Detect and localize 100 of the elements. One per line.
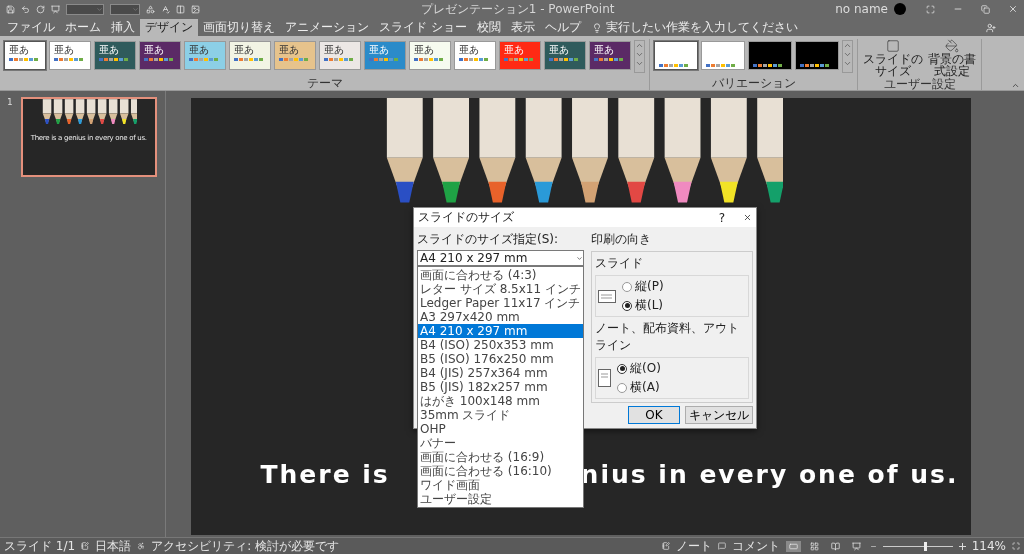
display-options-icon[interactable] bbox=[926, 4, 935, 14]
format-background-button[interactable]: 背景の書 式設定 bbox=[927, 39, 977, 77]
font-combo[interactable] bbox=[66, 3, 104, 15]
radio-button[interactable] bbox=[617, 382, 627, 393]
more-icon[interactable] bbox=[635, 59, 644, 68]
accessibility-status[interactable]: アクセシビリティ: 検討が必要です bbox=[151, 539, 339, 553]
theme-thumbnail[interactable]: 亜あ bbox=[544, 41, 586, 70]
dropdown-option[interactable]: A4 210 x 297 mm bbox=[418, 324, 583, 338]
presentation-icon[interactable] bbox=[51, 4, 60, 14]
scroll-up-icon[interactable] bbox=[635, 41, 644, 50]
dropdown-option[interactable]: B5 (ISO) 176x250 mm bbox=[418, 352, 583, 366]
share-icon[interactable] bbox=[986, 23, 996, 33]
dropdown-option[interactable]: 画面に合わせる (4:3) bbox=[418, 268, 583, 282]
radio-label[interactable]: 横(A) bbox=[630, 379, 660, 396]
dropdown-option[interactable]: 画面に合わせる (16:9) bbox=[418, 450, 583, 464]
notes-check-icon[interactable] bbox=[81, 542, 90, 550]
dropdown-option[interactable]: レター サイズ 8.5x11 インチ bbox=[418, 282, 583, 296]
dropdown-option[interactable]: 35mm スライド bbox=[418, 408, 583, 422]
fit-to-window-icon[interactable] bbox=[1012, 542, 1020, 550]
slide-caption: nius in every one of us. bbox=[580, 460, 959, 489]
ribbon-tab[interactable]: 校閲 bbox=[471, 19, 506, 36]
zoom-thumb[interactable] bbox=[923, 541, 927, 551]
radio-button[interactable] bbox=[622, 300, 632, 311]
undo-icon[interactable] bbox=[21, 4, 30, 14]
variant-thumbnail[interactable] bbox=[701, 41, 745, 70]
dropdown-option[interactable]: B4 (JIS) 257x364 mm bbox=[418, 366, 583, 380]
theme-thumbnail[interactable]: 亜あ bbox=[499, 41, 541, 70]
arrange-icon[interactable] bbox=[176, 4, 185, 14]
dropdown-option[interactable]: バナー bbox=[418, 436, 583, 450]
theme-thumbnail[interactable]: 亜あ bbox=[409, 41, 451, 70]
scroll-down-icon[interactable] bbox=[635, 50, 644, 59]
scroll-up-icon[interactable] bbox=[843, 41, 852, 50]
notes-icon[interactable] bbox=[661, 542, 670, 550]
avatar[interactable] bbox=[894, 3, 906, 15]
group-label: テーマ bbox=[306, 77, 343, 90]
caret-icon[interactable] bbox=[96, 5, 103, 13]
dropdown-option[interactable]: ユーザー設定 bbox=[418, 492, 583, 506]
shapes-icon[interactable] bbox=[146, 4, 155, 14]
theme-thumbnail[interactable]: 亜あ bbox=[589, 41, 631, 70]
ribbon-tab[interactable]: 挿入 bbox=[106, 19, 140, 36]
ribbon-tab[interactable]: ファイル bbox=[2, 19, 60, 36]
theme-thumbnail[interactable]: 亜あ bbox=[184, 41, 226, 70]
more-icon[interactable] bbox=[843, 59, 852, 68]
ribbon-tab[interactable]: 画面切り替え bbox=[198, 19, 280, 36]
ribbon-tab[interactable]: デザイン bbox=[140, 19, 198, 36]
theme-thumbnail[interactable]: 亜あ bbox=[139, 41, 181, 70]
help-button[interactable]: ? bbox=[718, 210, 725, 225]
tell-me-field[interactable]: 実行したい作業を入力してください bbox=[605, 19, 798, 36]
picture-icon[interactable] bbox=[191, 4, 200, 14]
radio-button[interactable] bbox=[622, 281, 632, 292]
cancel-button[interactable]: キャンセル bbox=[685, 406, 753, 424]
notes-button[interactable]: ノート bbox=[675, 539, 712, 553]
scroll-down-icon[interactable] bbox=[843, 50, 852, 59]
collapse-ribbon-icon[interactable] bbox=[1011, 81, 1020, 90]
caret-icon[interactable] bbox=[132, 5, 139, 13]
variant-thumbnail[interactable] bbox=[748, 41, 792, 70]
ribbon-tab[interactable]: 表示 bbox=[505, 19, 540, 36]
dropdown-option[interactable]: B4 (ISO) 250x353 mm bbox=[418, 338, 583, 352]
theme-thumbnail[interactable]: 亜あ bbox=[94, 41, 136, 70]
theme-thumbnail[interactable]: 亜あ bbox=[364, 41, 406, 70]
slide-size-button[interactable]: スライドの サイズ bbox=[862, 39, 924, 77]
dropdown-option[interactable]: A3 297x420 mm bbox=[418, 310, 583, 324]
zoom-in-icon[interactable] bbox=[958, 542, 966, 550]
close-icon[interactable] bbox=[1008, 4, 1018, 14]
theme-thumbnail[interactable]: 亜あ bbox=[319, 41, 361, 70]
radio-button[interactable] bbox=[617, 363, 627, 374]
theme-thumbnail[interactable]: 亜あ bbox=[229, 41, 271, 70]
accessibility-icon[interactable] bbox=[137, 542, 146, 550]
radio-label[interactable]: 横(L) bbox=[635, 297, 664, 314]
dropdown-option[interactable]: 画面に合わせる (16:10) bbox=[418, 464, 583, 478]
ok-button[interactable]: OK bbox=[628, 406, 680, 424]
comments-button[interactable]: コメント bbox=[731, 539, 780, 553]
dropdown-option[interactable]: はがき 100x148 mm bbox=[418, 394, 583, 408]
caret-icon[interactable] bbox=[576, 254, 583, 262]
dropdown-option[interactable]: ワイド画面 bbox=[418, 478, 583, 492]
theme-thumbnail[interactable]: 亜あ bbox=[454, 41, 496, 70]
theme-thumbnail[interactable]: 亜あ bbox=[4, 41, 46, 70]
save-icon[interactable] bbox=[6, 4, 15, 14]
redo-icon[interactable] bbox=[36, 4, 45, 14]
dropdown-option[interactable]: B5 (JIS) 182x257 mm bbox=[418, 380, 583, 394]
restore-icon[interactable] bbox=[981, 4, 990, 14]
slide-size-combo[interactable]: A4 210 x 297 mm bbox=[417, 250, 584, 266]
language[interactable]: 日本語 bbox=[95, 539, 132, 553]
zoom-level[interactable]: 114% bbox=[971, 539, 1006, 553]
radio-label[interactable]: 縦(O) bbox=[630, 360, 661, 377]
font-size-combo[interactable] bbox=[110, 3, 140, 15]
variant-thumbnail[interactable] bbox=[795, 41, 839, 70]
ribbon-tab[interactable]: ホーム bbox=[60, 19, 106, 36]
comment-icon[interactable] bbox=[717, 542, 726, 550]
dropdown-option[interactable]: OHP bbox=[418, 422, 583, 436]
variant-thumbnail[interactable] bbox=[654, 41, 698, 70]
dropdown-option[interactable]: Ledger Paper 11x17 インチ bbox=[418, 296, 583, 310]
theme-thumbnail[interactable]: 亜あ bbox=[274, 41, 316, 70]
ribbon-tab[interactable]: アニメーション bbox=[280, 19, 374, 36]
ribbon-tab[interactable]: スライド ショー bbox=[374, 19, 472, 36]
ribbon-tab[interactable]: ヘルプ bbox=[539, 19, 586, 36]
text-icon[interactable] bbox=[161, 4, 170, 14]
close-icon[interactable] bbox=[743, 213, 752, 222]
radio-label[interactable]: 縦(P) bbox=[635, 278, 664, 295]
theme-thumbnail[interactable]: 亜あ bbox=[49, 41, 91, 70]
